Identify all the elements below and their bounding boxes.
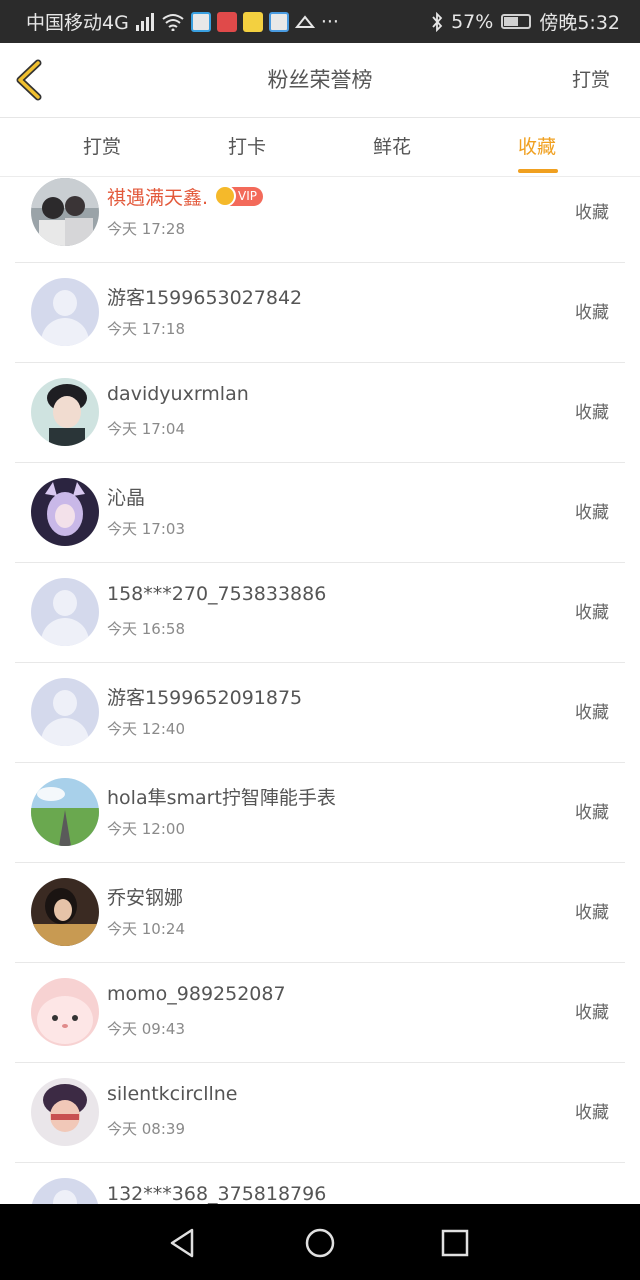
recent-apps-icon[interactable] [438, 1226, 472, 1260]
list-item[interactable]: 沁晶 今天 17:03 收藏 [15, 462, 625, 563]
home-icon[interactable] [303, 1226, 337, 1260]
avatar [31, 378, 99, 446]
bluetooth-icon [432, 11, 443, 32]
tab-checkin[interactable]: 打卡 [187, 118, 307, 176]
tab-label: 收藏 [517, 136, 556, 158]
battery-icon [501, 14, 532, 29]
user-name: momo_989252087 [107, 983, 286, 1005]
tab-favorites[interactable]: 收藏 [477, 118, 597, 176]
timestamp: 今天 16:58 [107, 620, 185, 638]
user-name: 132***368_375818796 [107, 1183, 327, 1204]
tab-label: 鲜花 [372, 136, 411, 158]
user-name: 沁晶 [107, 487, 146, 509]
app-notification-icon [190, 11, 211, 32]
action-label: 收藏 [575, 203, 609, 223]
action-label: 收藏 [575, 803, 609, 823]
timestamp: 今天 17:04 [107, 420, 185, 438]
system-nav-bar [0, 1204, 640, 1280]
notification-icon [294, 14, 315, 28]
tab-label: 打赏 [82, 136, 121, 158]
back-icon[interactable] [166, 1226, 200, 1260]
action-label: 收藏 [575, 1003, 609, 1023]
list-item[interactable]: 158***270_753833886 今天 16:58 收藏 [15, 562, 625, 663]
avatar [31, 878, 99, 946]
user-name: silentkcircllne [107, 1083, 238, 1105]
tab-active-indicator [518, 169, 558, 173]
app-notification-icon [216, 11, 237, 32]
list-item[interactable]: 乔安钢娜 今天 10:24 收藏 [15, 862, 625, 963]
tab-label: 打卡 [227, 136, 266, 158]
action-label: 收藏 [575, 503, 609, 523]
page-title: 粉丝荣誉榜 [267, 68, 373, 92]
list-item[interactable]: 游客1599653027842 今天 17:18 收藏 [15, 262, 625, 363]
timestamp: 今天 12:40 [107, 720, 185, 738]
default-avatar [31, 278, 99, 346]
default-avatar [31, 1178, 99, 1204]
reward-button[interactable]: 打赏 [572, 43, 610, 117]
list-item[interactable]: hola隼smart拧智陣能手表 今天 12:00 收藏 [15, 762, 625, 863]
status-bar: 中国移动4G ··· 57% 傍晚5:32 [0, 0, 640, 43]
more-notifications-icon: ··· [320, 10, 339, 33]
tab-bar: 打赏 打卡 鲜花 收藏 [0, 118, 640, 177]
avatar [31, 478, 99, 546]
app-header: 粉丝荣誉榜 打赏 [0, 43, 640, 118]
user-name: 乔安钢娜 [107, 887, 184, 909]
fan-list[interactable]: 祺遇满天鑫. VIP 今天 17:28 收藏 游客1599653027842 今天… [0, 176, 640, 1204]
app-notification-icon [268, 11, 289, 32]
avatar [31, 1078, 99, 1146]
timestamp: 今天 09:43 [107, 1020, 185, 1038]
action-label: 收藏 [575, 903, 609, 923]
battery-percent: 57% [451, 10, 494, 33]
list-item[interactable]: 132***368_375818796 [15, 1162, 625, 1204]
user-name: hola隼smart拧智陣能手表 [107, 787, 336, 809]
action-label: 收藏 [575, 703, 609, 723]
avatar [31, 978, 99, 1046]
tab-reward[interactable]: 打赏 [42, 118, 162, 176]
timestamp: 今天 17:18 [107, 320, 185, 338]
avatar [31, 778, 99, 846]
timestamp: 今天 17:28 [107, 220, 185, 238]
vip-badge: VIP [214, 185, 264, 207]
list-item[interactable]: 祺遇满天鑫. VIP 今天 17:28 收藏 [15, 176, 625, 263]
list-item[interactable]: davidyuxrmlan 今天 17:04 收藏 [15, 362, 625, 463]
avatar [31, 178, 99, 246]
default-avatar [31, 678, 99, 746]
action-label: 收藏 [575, 303, 609, 323]
user-name: 游客1599653027842 [107, 287, 303, 309]
timestamp: 今天 17:03 [107, 520, 185, 538]
user-name: 158***270_753833886 [107, 583, 327, 605]
user-name: 游客1599652091875 [107, 687, 303, 709]
list-item[interactable]: silentkcircllne 今天 08:39 收藏 [15, 1062, 625, 1163]
action-label: 收藏 [575, 603, 609, 623]
carrier-label: 中国移动4G [26, 12, 129, 34]
action-label: 收藏 [575, 403, 609, 423]
app-notification-icon [242, 11, 263, 32]
list-item[interactable]: 游客1599652091875 今天 12:40 收藏 [15, 662, 625, 763]
action-label: 收藏 [575, 1103, 609, 1123]
crown-icon [214, 185, 237, 207]
signal-icon [135, 12, 154, 31]
tab-flowers[interactable]: 鲜花 [332, 118, 452, 176]
timestamp: 今天 12:00 [107, 820, 185, 838]
timestamp: 今天 10:24 [107, 920, 185, 938]
wifi-icon [162, 13, 184, 31]
list-item[interactable]: momo_989252087 今天 09:43 收藏 [15, 962, 625, 1063]
default-avatar [31, 578, 99, 646]
user-name: 祺遇满天鑫. VIP [107, 183, 264, 210]
timestamp: 今天 08:39 [107, 1120, 185, 1138]
user-name: davidyuxrmlan [107, 383, 249, 405]
clock: 傍晚5:32 [539, 12, 620, 34]
